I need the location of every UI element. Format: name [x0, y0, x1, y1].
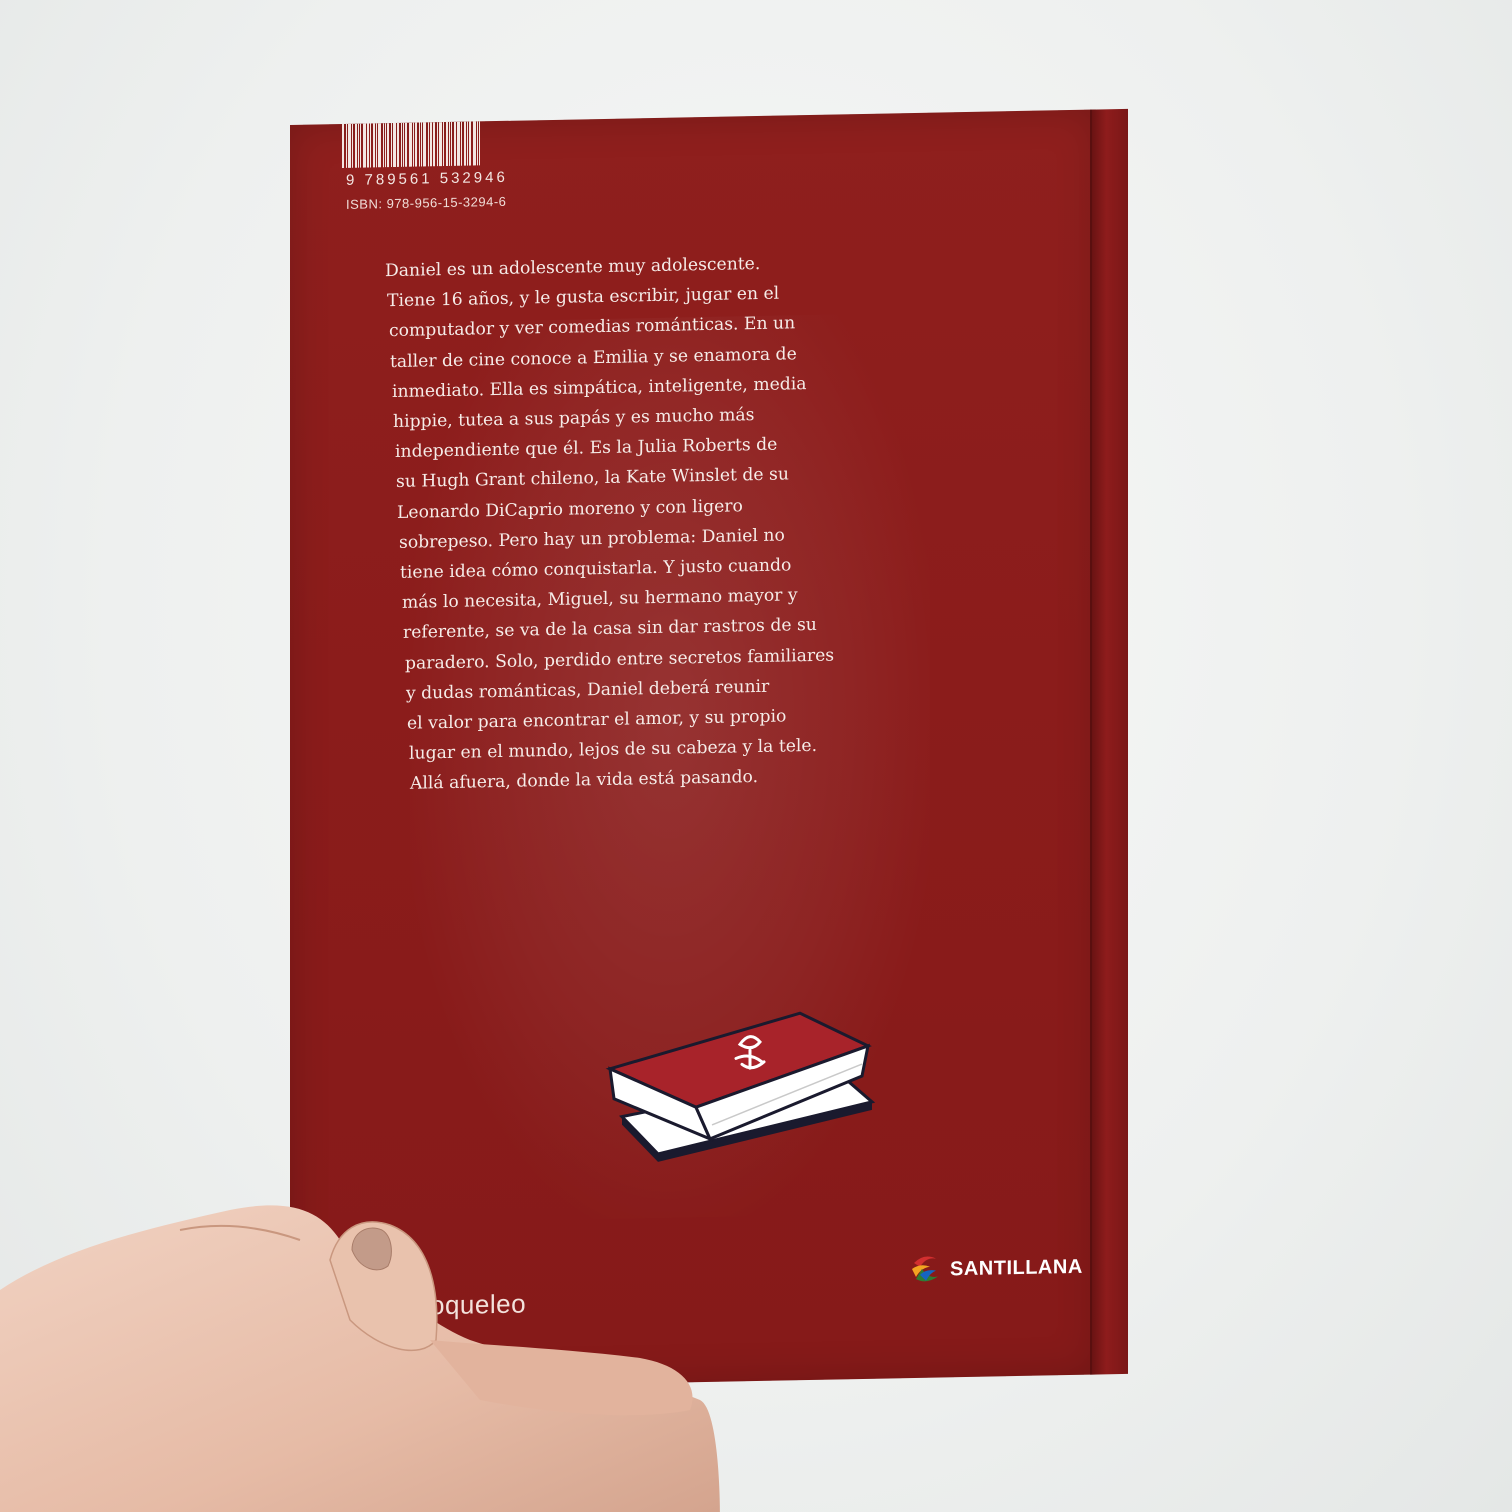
santillana-wordmark: SANTILLANA: [950, 1255, 1083, 1280]
barcode-stripe: [342, 123, 344, 169]
barcode-stripe: [403, 122, 404, 167]
barcode-stripe: [373, 123, 375, 168]
barcode-stripe: [454, 121, 456, 166]
santillana-logo: SANTILLANA: [910, 1250, 1083, 1287]
barcode-stripe: [378, 123, 381, 168]
barcode-digits: 9 789561 532946: [346, 168, 508, 189]
barcode-stripe: [479, 121, 480, 166]
barcode-stripe: [428, 122, 429, 167]
barcode-stripe: [477, 121, 478, 166]
barcode-stripe: [393, 122, 396, 168]
barcode-stripe: [473, 121, 476, 166]
barcode-stripe: [437, 122, 438, 167]
barcode-stripe: [449, 121, 450, 166]
barcode-stripe: [401, 122, 402, 167]
barcode-stripe: [423, 122, 426, 167]
barcode-stripe: [348, 123, 351, 168]
barcode-stripe: [443, 122, 444, 167]
barcode-stripe: [391, 123, 392, 168]
photo-scene: 9 789561 532946 ISBN: 978-956-15-3294-6 …: [0, 0, 1512, 1512]
barcode-stripe: [367, 123, 369, 168]
synopsis-text: Daniel es un adolescente muy adolescente…: [385, 247, 865, 800]
barcode-stripe: [397, 122, 399, 167]
barcode-stripe: [385, 123, 386, 168]
barcode-stripe: [464, 121, 466, 166]
barcode-stripe: [376, 123, 377, 168]
barcode-stripe: [363, 123, 366, 168]
barcode-stripe: [352, 123, 353, 168]
barcode-icon: [342, 120, 532, 172]
barcode-stripe: [360, 123, 361, 168]
barcode-stripe: [469, 121, 471, 166]
barcode-stripe: [439, 122, 442, 167]
barcode-stripe: [358, 123, 359, 168]
barcode-stripe: [433, 122, 435, 167]
barcode-stripe: [409, 122, 412, 167]
barcode-stripe: [405, 122, 407, 167]
barcode-stripe: [446, 121, 448, 167]
isbn-text: ISBN: 978-956-15-3294-6: [346, 193, 507, 212]
santillana-logo-icon: [912, 1256, 938, 1282]
barcode-stripe: [430, 122, 432, 167]
barcode-stripe: [419, 122, 420, 167]
barcode-stripe: [457, 121, 460, 166]
barcode-stripe: [387, 123, 389, 168]
book-spine: [1090, 108, 1128, 1375]
barcode-stripe: [421, 122, 422, 167]
barcode-stripe: [467, 121, 468, 166]
barcode-stripe: [461, 121, 462, 166]
barcode-stripe: [346, 123, 347, 168]
barcode-stripe: [355, 123, 357, 168]
barcode-stripe: [451, 121, 452, 166]
stacked-books-icon: [605, 1011, 876, 1162]
barcode-stripe: [415, 122, 417, 167]
barcode-stripe: [370, 123, 371, 168]
barcode-stripe: [413, 122, 414, 167]
hand: [0, 1205, 720, 1512]
barcode-stripe: [383, 123, 384, 168]
